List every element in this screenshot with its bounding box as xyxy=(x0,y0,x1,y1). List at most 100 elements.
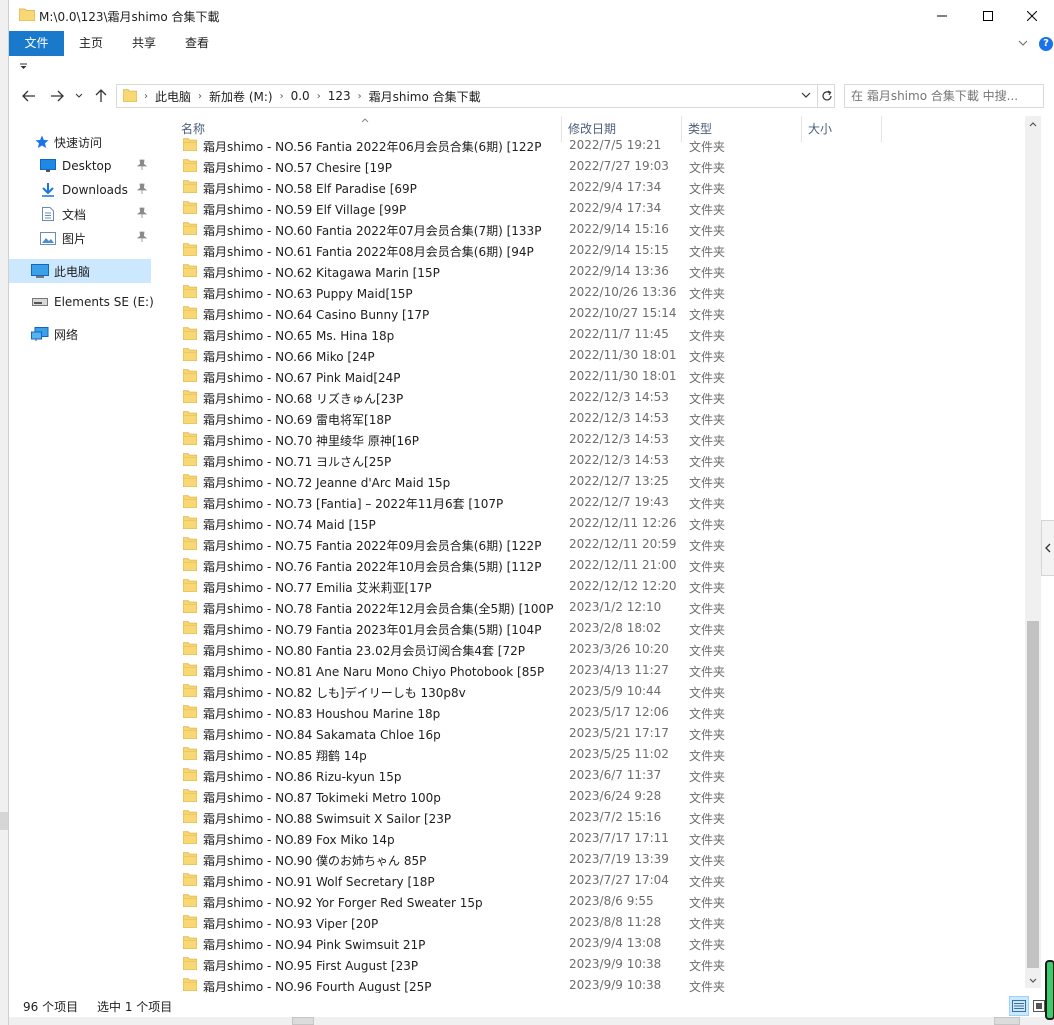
table-row[interactable]: 霜月shimo - NO.56 Fantia 2022年06月会员合集(6期) … xyxy=(169,137,1009,156)
table-row[interactable]: 霜月shimo - NO.58 Elf Paradise [69P 2022/9/… xyxy=(169,177,1009,198)
crumb-current-folder[interactable]: 霜月shimo 合集下載 xyxy=(363,88,487,105)
minimize-button[interactable] xyxy=(919,0,965,31)
file-date: 2022/12/7 13:25 xyxy=(569,474,669,488)
file-name: 霜月shimo - NO.93 Viper [20P xyxy=(203,917,379,931)
table-row[interactable]: 霜月shimo - NO.73 [Fantia] – 2022年11月6套 [1… xyxy=(169,492,1009,513)
nav-network[interactable]: 网络 xyxy=(9,323,151,345)
table-row[interactable]: 霜月shimo - NO.59 Elf Village [99P 2022/9/4… xyxy=(169,198,1009,219)
nav-pictures[interactable]: 图片 xyxy=(9,227,151,249)
table-row[interactable]: 霜月shimo - NO.71 ヨルさん[25P 2022/12/3 14:53 文… xyxy=(169,450,1009,471)
pin-icon[interactable] xyxy=(136,159,148,174)
recent-locations-button[interactable] xyxy=(67,84,91,108)
table-row[interactable]: 霜月shimo - NO.57 Chesire [19P 2022/7/27 19… xyxy=(169,156,1009,177)
table-row[interactable]: 霜月shimo - NO.93 Viper [20P 2023/8/8 11:28… xyxy=(169,912,1009,933)
table-row[interactable]: 霜月shimo - NO.90 僕のお姉ちゃん 85P 2023/7/19 13:… xyxy=(169,849,1009,870)
nav-downloads[interactable]: Downloads xyxy=(9,179,151,201)
table-row[interactable]: 霜月shimo - NO.69 雷电将军[18P 2022/12/3 14:53 文… xyxy=(169,408,1009,429)
table-row[interactable]: 霜月shimo - NO.80 Fantia 23.02月会员订阅合集4套 [7… xyxy=(169,639,1009,660)
file-date: 2022/7/27 19:03 xyxy=(569,159,669,173)
file-date: 2023/9/9 10:38 xyxy=(569,957,662,971)
table-row[interactable]: 霜月shimo - NO.81 Ane Naru Mono Chiyo Phot… xyxy=(169,660,1009,681)
ribbon-expand-icon[interactable] xyxy=(1018,37,1028,51)
file-name: 霜月shimo - NO.81 Ane Naru Mono Chiyo Phot… xyxy=(203,665,545,679)
file-date: 2023/6/7 11:37 xyxy=(569,768,662,782)
folder-icon xyxy=(182,830,198,847)
table-row[interactable]: 霜月shimo - NO.63 Puppy Maid[15P 2022/10/26… xyxy=(169,282,1009,303)
nav-documents[interactable]: 文档 xyxy=(9,203,151,225)
table-row[interactable]: 霜月shimo - NO.77 Emilia 艾米莉亚[17P 2022/12/1… xyxy=(169,576,1009,597)
table-row[interactable]: 霜月shimo - NO.66 Miko [24P 2022/11/30 18:0… xyxy=(169,345,1009,366)
table-row[interactable]: 霜月shimo - NO.74 Maid [15P 2022/12/11 12:2… xyxy=(169,513,1009,534)
scroll-up-button[interactable] xyxy=(1025,116,1041,132)
quick-access-toolbar-icon[interactable] xyxy=(19,62,28,74)
table-row[interactable]: 霜月shimo - NO.78 Fantia 2022年12月会员合集(全5期)… xyxy=(169,597,1009,618)
nav-this-pc[interactable]: 此电脑 xyxy=(9,259,151,283)
folder-icon xyxy=(182,221,198,238)
up-button[interactable] xyxy=(89,84,113,108)
table-row[interactable]: 霜月shimo - NO.65 Ms. Hina 18p 2022/11/7 11… xyxy=(169,324,1009,345)
pin-icon[interactable] xyxy=(136,183,148,198)
table-row[interactable]: 霜月shimo - NO.84 Sakamata Chloe 16p 2023/5… xyxy=(169,723,1009,744)
table-row[interactable]: 霜月shimo - NO.82 しも]デイリーしも 130p8v 2023/5/9… xyxy=(169,681,1009,702)
file-name: 霜月shimo - NO.74 Maid [15P xyxy=(203,518,376,532)
refresh-button[interactable] xyxy=(817,85,835,107)
back-button[interactable] xyxy=(17,84,41,108)
crumb-folder-0-0[interactable]: 0.0 xyxy=(285,89,316,103)
table-row[interactable]: 霜月shimo - NO.89 Fox Miko 14p 2023/7/17 17… xyxy=(169,828,1009,849)
table-row[interactable]: 霜月shimo - NO.62 Kitagawa Marin [15P 2022/… xyxy=(169,261,1009,282)
search-input[interactable] xyxy=(844,84,1044,108)
folder-icon xyxy=(182,725,198,742)
table-row[interactable]: 霜月shimo - NO.68 リズきゅん[23P 2022/12/3 14:53… xyxy=(169,387,1009,408)
address-dropdown-icon[interactable] xyxy=(801,89,811,103)
vertical-scrollbar[interactable] xyxy=(1025,116,1041,988)
file-type: 文件夹 xyxy=(689,182,726,196)
table-row[interactable]: 霜月shimo - NO.85 翔鹤 14p 2023/5/25 11:02 文件夹 xyxy=(169,744,1009,765)
file-name: 霜月shimo - NO.69 雷电将军[18P xyxy=(203,413,392,427)
arrow-left-icon xyxy=(22,90,35,102)
forward-button[interactable] xyxy=(45,84,69,108)
help-icon[interactable]: ? xyxy=(1039,37,1053,51)
table-row[interactable]: 霜月shimo - NO.61 Fantia 2022年08月会员合集(6期) … xyxy=(169,240,1009,261)
table-row[interactable]: 霜月shimo - NO.72 Jeanne d'Arc Maid 15p 202… xyxy=(169,471,1009,492)
tab-view[interactable]: 查看 xyxy=(177,31,217,56)
scrollbar-thumb[interactable] xyxy=(1027,621,1039,968)
file-name: 霜月shimo - NO.71 ヨルさん[25P xyxy=(203,455,392,469)
table-row[interactable]: 霜月shimo - NO.91 Wolf Secretary [18P 2023/… xyxy=(169,870,1009,891)
nav-label: 网络 xyxy=(54,327,79,342)
pin-icon[interactable] xyxy=(136,207,148,222)
table-row[interactable]: 霜月shimo - NO.92 Yor Forger Red Sweater 1… xyxy=(169,891,1009,912)
table-row[interactable]: 霜月shimo - NO.76 Fantia 2022年10月会员合集(5期) … xyxy=(169,555,1009,576)
table-row[interactable]: 霜月shimo - NO.95 First August [23P 2023/9/… xyxy=(169,954,1009,975)
nav-elements-drive[interactable]: Elements SE (E:) xyxy=(9,291,154,313)
close-button[interactable] xyxy=(1009,0,1054,31)
table-row[interactable]: 霜月shimo - NO.94 Pink Swimsuit 21P 2023/9/… xyxy=(169,933,1009,954)
scroll-down-button[interactable] xyxy=(1025,972,1041,988)
tab-file[interactable]: 文件 xyxy=(9,31,64,56)
file-type: 文件夹 xyxy=(689,665,726,679)
crumb-folder-123[interactable]: 123 xyxy=(322,89,357,103)
table-row[interactable]: 霜月shimo - NO.86 Rizu-kyun 15p 2023/6/7 11… xyxy=(169,765,1009,786)
table-row[interactable]: 霜月shimo - NO.64 Casino Bunny [17P 2022/10… xyxy=(169,303,1009,324)
crumb-this-pc[interactable]: 此电脑 xyxy=(149,88,197,105)
table-row[interactable]: 霜月shimo - NO.96 Fourth August [25P 2023/9… xyxy=(169,975,1009,993)
nav-quick-access[interactable]: 快速访问 xyxy=(9,131,151,153)
file-name: 霜月shimo - NO.96 Fourth August [25P xyxy=(203,980,432,993)
table-row[interactable]: 霜月shimo - NO.67 Pink Maid[24P 2022/11/30 … xyxy=(169,366,1009,387)
crumb-drive[interactable]: 新加卷 (M:) xyxy=(203,88,279,105)
address-bar[interactable]: › 此电脑 › 新加卷 (M:) › 0.0 › 123 › 霜月shimo 合… xyxy=(116,84,835,108)
preview-pane-toggle[interactable] xyxy=(1041,520,1054,576)
nav-desktop[interactable]: Desktop xyxy=(9,155,151,177)
table-row[interactable]: 霜月shimo - NO.75 Fantia 2022年09月会员合集(6期) … xyxy=(169,534,1009,555)
table-row[interactable]: 霜月shimo - NO.87 Tokimeki Metro 100p 2023/… xyxy=(169,786,1009,807)
tab-home[interactable]: 主页 xyxy=(71,31,111,56)
maximize-button[interactable] xyxy=(965,0,1011,31)
table-row[interactable]: 霜月shimo - NO.79 Fantia 2023年01月会员合集(5期) … xyxy=(169,618,1009,639)
table-row[interactable]: 霜月shimo - NO.60 Fantia 2022年07月会员合集(7期) … xyxy=(169,219,1009,240)
table-row[interactable]: 霜月shimo - NO.70 神里绫华 原神[16P 2022/12/3 14:… xyxy=(169,429,1009,450)
details-view-button[interactable] xyxy=(1009,996,1029,1016)
table-row[interactable]: 霜月shimo - NO.83 Houshou Marine 18p 2023/5… xyxy=(169,702,1009,723)
tab-share[interactable]: 共享 xyxy=(124,31,164,56)
table-row[interactable]: 霜月shimo - NO.88 Swimsuit X Sailor [23P 20… xyxy=(169,807,1009,828)
file-name: 霜月shimo - NO.65 Ms. Hina 18p xyxy=(203,329,395,343)
pin-icon[interactable] xyxy=(136,231,148,246)
